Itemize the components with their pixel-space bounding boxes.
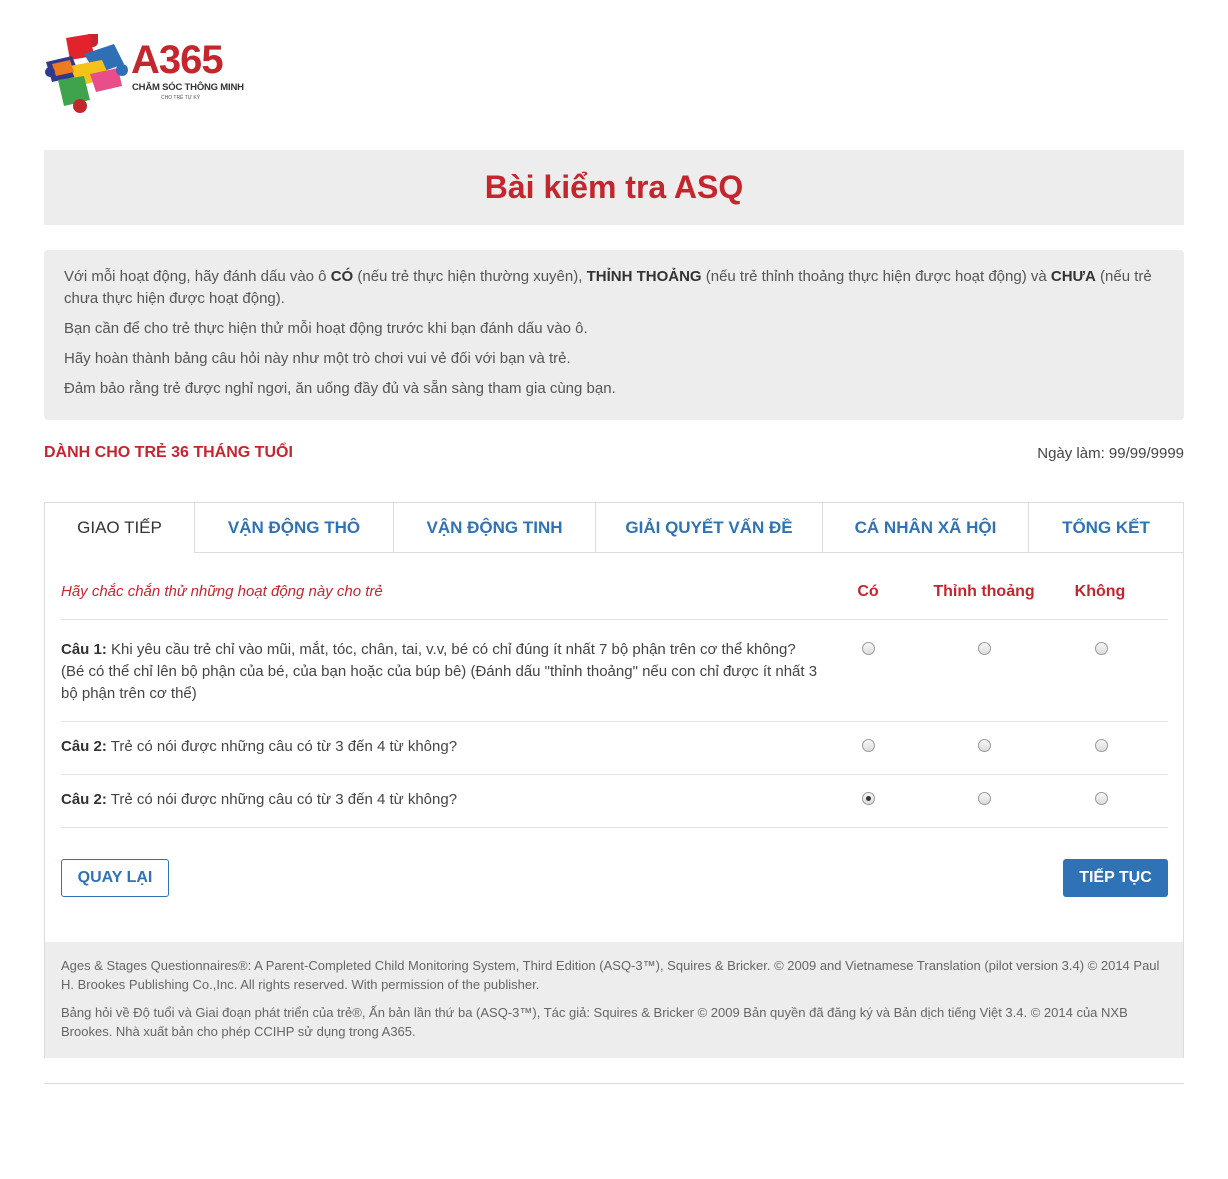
question-panel: GIAO TIẾP VẬN ĐỘNG THÔ VẬN ĐỘNG TINH GIẢ… <box>44 502 1184 1058</box>
row-divider <box>61 827 1168 828</box>
continue-button[interactable]: TIẾP TỤC <box>1063 859 1168 897</box>
question-1-text: Khi yêu cầu trẻ chỉ vào mũi, mắt, tóc, c… <box>61 641 818 702</box>
q1-yes-radio[interactable] <box>862 642 875 655</box>
instruction-1-yes: CÓ <box>330 268 354 285</box>
q2-yes-radio[interactable] <box>862 739 875 752</box>
brand-tagline: CHĂM SÓC THÔNG MINH <box>132 82 244 93</box>
q3-yes-radio[interactable] <box>862 792 875 805</box>
row-divider <box>61 774 1168 775</box>
title-bar: Bài kiểm tra ASQ <box>44 150 1184 225</box>
bottom-divider <box>44 1083 1184 1084</box>
q2-no-radio[interactable] <box>1095 739 1108 752</box>
instructions-box: Với mỗi hoạt động, hãy đánh dấu vào ô CÓ… <box>44 250 1184 420</box>
q2-sometimes-radio[interactable] <box>978 739 991 752</box>
question-3: Câu 2: Trẻ có nói được những câu có từ 3… <box>61 789 821 811</box>
tab-giao-tiep[interactable]: GIAO TIẾP <box>45 503 195 553</box>
column-header-sometimes: Thỉnh thoảng <box>933 583 1035 600</box>
brand-subline: CHO TRẺ TỰ KỶ <box>161 95 201 101</box>
tab-van-dong-tinh[interactable]: VẬN ĐỘNG TINH <box>394 503 596 553</box>
category-tabs: GIAO TIẾP VẬN ĐỘNG THÔ VẬN ĐỘNG TINH GIẢ… <box>45 503 1183 553</box>
brand-logo[interactable]: A365 CHĂM SÓC THÔNG MINH CHO TRẺ TỰ KỶ <box>44 30 244 114</box>
instruction-1-text-c: (nếu trẻ thực hiện thường xuyên), <box>353 268 587 285</box>
brand-name: A365 <box>131 38 224 82</box>
copyright-vietnamese: Bảng hỏi về Độ tuổi và Giai đoạn phát tr… <box>61 1005 1128 1039</box>
age-label: DÀNH CHO TRẺ 36 THÁNG TUỔI <box>44 444 293 461</box>
column-header-no: Không <box>1074 583 1126 600</box>
page-title: Bài kiểm tra ASQ <box>484 169 744 205</box>
question-1-number: Câu 1: <box>61 641 107 658</box>
question-2-text: Trẻ có nói được những câu có từ 3 đến 4 … <box>106 738 458 755</box>
puzzle-logo-icon <box>45 34 128 113</box>
hint-text: Hãy chắc chắn thử những hoạt động này ch… <box>61 583 383 600</box>
copyright-footer: Ages & Stages Questionnaires®: A Parent-… <box>45 942 1183 1058</box>
tab-ca-nhan-xa-hoi[interactable]: CÁ NHÂN XÃ HỘI <box>823 503 1029 553</box>
instruction-1-not-yet: CHƯA <box>1050 268 1096 285</box>
q3-sometimes-radio[interactable] <box>978 792 991 805</box>
copyright-english: Ages & Stages Questionnaires®: A Parent-… <box>61 958 1160 992</box>
test-date: Ngày làm: 99/99/9999 <box>1037 445 1184 462</box>
tab-van-dong-tho[interactable]: VẬN ĐỘNG THÔ <box>195 503 394 553</box>
instruction-1-sometimes: THỈNH THOẢNG <box>586 268 702 285</box>
q1-sometimes-radio[interactable] <box>978 642 991 655</box>
instruction-3: Hãy hoàn thành bảng câu hỏi này như một … <box>64 350 571 367</box>
back-button[interactable]: QUAY LẠI <box>61 859 169 897</box>
tab-tong-ket[interactable]: TỔNG KẾT <box>1029 503 1183 553</box>
row-divider <box>61 721 1168 722</box>
q1-no-radio[interactable] <box>1095 642 1108 655</box>
instruction-2: Bạn cần để cho trẻ thực hiện thử mỗi hoạ… <box>64 320 588 337</box>
question-2-number: Câu 2: <box>61 738 107 755</box>
question-3-number: Câu 2: <box>61 791 107 808</box>
row-divider <box>61 619 1168 620</box>
tab-giai-quyet-van-de[interactable]: GIẢI QUYẾT VẤN ĐỀ <box>596 503 823 553</box>
instruction-1: Với mỗi hoạt động, hãy đánh dấu vào ô CÓ… <box>64 266 1164 310</box>
question-3-text: Trẻ có nói được những câu có từ 3 đến 4 … <box>106 791 458 808</box>
instruction-4: Đảm bảo rằng trẻ được nghỉ ngơi, ăn uống… <box>64 380 616 397</box>
q3-no-radio[interactable] <box>1095 792 1108 805</box>
column-header-yes: Có <box>857 583 879 600</box>
question-2: Câu 2: Trẻ có nói được những câu có từ 3… <box>61 736 821 758</box>
question-1: Câu 1: Khi yêu cầu trẻ chỉ vào mũi, mắt,… <box>61 639 821 705</box>
instruction-1-text-a: Với mỗi hoạt động, hãy đánh dấu vào ô <box>64 268 331 285</box>
instruction-1-text-e: (nếu trẻ thỉnh thoảng thực hiện được hoạ… <box>701 268 1051 285</box>
